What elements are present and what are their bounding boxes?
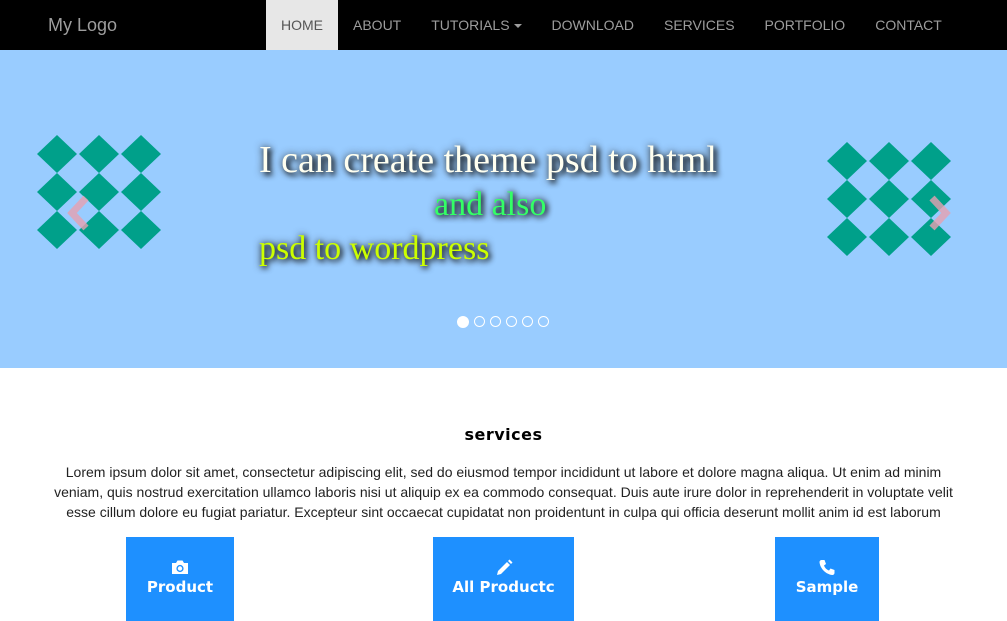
nav-menu: HOME ABOUT TUTORIALS DOWNLOAD SERVICES P… <box>266 0 957 50</box>
product-button[interactable]: Product <box>126 537 234 621</box>
nav-item-home: HOME <box>266 0 338 50</box>
caret-down-icon <box>513 24 522 29</box>
nav-item-portfolio: PORTFOLIO <box>750 0 861 50</box>
nav-link-contact[interactable]: CONTACT <box>860 0 957 50</box>
carousel-indicator-4[interactable] <box>506 316 517 327</box>
nav-link-services[interactable]: SERVICES <box>649 0 750 50</box>
hero-carousel: I can create theme psd to html and also … <box>0 50 1007 368</box>
nav-item-services: SERVICES <box>649 0 750 50</box>
all-products-button[interactable]: All Productc <box>433 537 574 621</box>
carousel-indicator-3[interactable] <box>490 316 501 327</box>
services-description: Lorem ipsum dolor sit amet, consectetur … <box>54 464 953 520</box>
caption-line-3: psd to wordpress <box>259 230 490 267</box>
nav-link-home[interactable]: HOME <box>266 0 338 50</box>
nav-item-download: DOWNLOAD <box>537 0 649 50</box>
carousel-indicators <box>457 316 554 328</box>
camera-icon <box>126 559 234 577</box>
caption-line-2: and also <box>434 186 547 223</box>
nav-item-tutorials: TUTORIALS <box>416 0 536 50</box>
sample-button-label: Sample <box>795 578 859 596</box>
navbar: My Logo HOME ABOUT TUTORIALS DOWNLOAD SE… <box>0 0 1007 50</box>
brand-logo[interactable]: My Logo <box>48 0 117 50</box>
caption-line-1: I can create theme psd to html <box>259 139 717 181</box>
nav-item-about: ABOUT <box>338 0 416 50</box>
sample-button[interactable]: Sample <box>775 537 879 621</box>
carousel-indicator-1[interactable] <box>457 316 469 328</box>
services-title: services <box>464 425 543 444</box>
pencil-icon <box>433 559 574 577</box>
nav-link-portfolio[interactable]: PORTFOLIO <box>750 0 861 50</box>
nav-link-tutorials[interactable]: TUTORIALS <box>416 0 536 50</box>
carousel-indicator-6[interactable] <box>538 316 549 327</box>
phone-icon <box>775 559 879 577</box>
nav-link-about[interactable]: ABOUT <box>338 0 416 50</box>
carousel-indicator-2[interactable] <box>474 316 485 327</box>
nav-link-tutorials-label: TUTORIALS <box>431 17 510 33</box>
product-button-label: Product <box>146 578 214 596</box>
carousel-indicator-5[interactable] <box>522 316 533 327</box>
all-products-button-label: All Productc <box>452 578 555 596</box>
nav-item-contact: CONTACT <box>860 0 957 50</box>
nav-link-download[interactable]: DOWNLOAD <box>537 0 649 50</box>
